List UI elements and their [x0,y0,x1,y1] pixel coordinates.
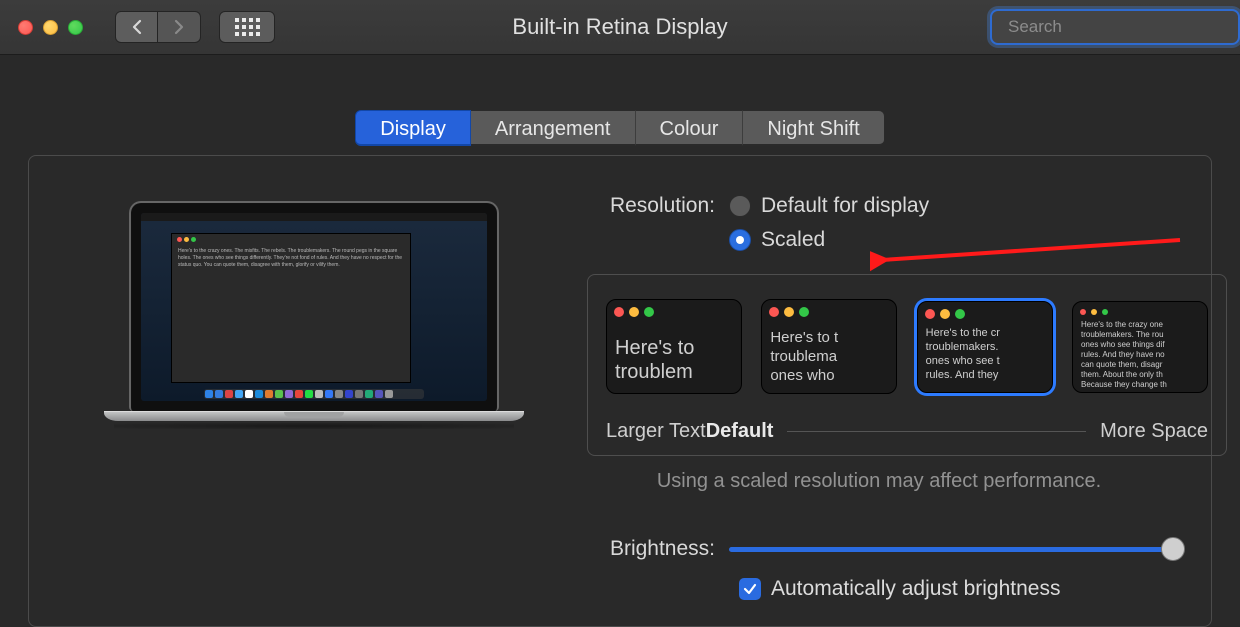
search-input[interactable] [1008,17,1229,37]
tab-display[interactable]: Display [355,110,471,146]
thumb-text: Here's to the crtroublemakers.ones who s… [926,326,1047,382]
caption-more-space: More Space [1100,420,1208,443]
nav-buttons [115,11,201,43]
caption-default: Default [706,420,774,443]
auto-brightness-label: Automatically adjust brightness [771,577,1060,601]
grid-icon [235,18,260,36]
window-controls [18,20,83,35]
minimize-button[interactable] [43,20,58,35]
brightness-slider[interactable] [729,547,1175,552]
display-preview: Here's to the crazy ones. The misfits. T… [129,201,499,429]
radio-icon [729,229,751,251]
radio-label: Scaled [761,228,825,252]
preview-doc-text: Here's to the crazy ones. The misfits. T… [178,248,404,269]
check-icon [743,582,757,596]
scaled-options: Here's totroublem Here's to ttroublemaon… [587,274,1227,456]
titlebar: Built-in Retina Display [0,0,1240,55]
content-frame: Here's to the crazy ones. The misfits. T… [28,155,1212,627]
tab-night-shift[interactable]: Night Shift [743,110,884,146]
close-button[interactable] [18,20,33,35]
zoom-button[interactable] [68,20,83,35]
tab-bar: Display Arrangement Colour Night Shift [0,110,1240,146]
slider-thumb[interactable] [1161,537,1185,561]
tab-colour[interactable]: Colour [636,110,744,146]
thumb-text: Here's to ttroublemaones who [770,328,896,385]
caption-larger-text: Larger Text [606,420,706,443]
forward-button[interactable] [158,11,201,43]
radio-label: Default for display [761,194,929,218]
auto-brightness-checkbox[interactable] [739,578,761,600]
back-button[interactable] [115,11,158,43]
resolution-option-3-selected[interactable]: Here's to the crtroublemakers.ones who s… [917,301,1053,393]
chevron-left-icon [131,19,143,35]
radio-icon [729,195,751,217]
show-all-button[interactable] [219,11,275,43]
tab-arrangement[interactable]: Arrangement [471,110,636,146]
resolution-option-1[interactable]: Here's totroublem [606,299,742,394]
chevron-right-icon [173,19,185,35]
label-resolution: Resolution: [581,194,729,218]
resolution-option-2[interactable]: Here's to ttroublemaones who [761,299,897,394]
caption-divider [787,431,1086,432]
radio-default-for-display[interactable]: Default for display [729,194,929,218]
label-brightness: Brightness: [581,537,729,561]
thumb-text: Here's totroublem [615,336,741,384]
search-field[interactable] [990,9,1240,45]
thumb-text: Here's to the crazy onetroublemakers. Th… [1081,320,1205,390]
performance-note: Using a scaled resolution may affect per… [581,470,1177,493]
resolution-option-4[interactable]: Here's to the crazy onetroublemakers. Th… [1072,301,1208,393]
radio-scaled[interactable]: Scaled [729,228,929,252]
